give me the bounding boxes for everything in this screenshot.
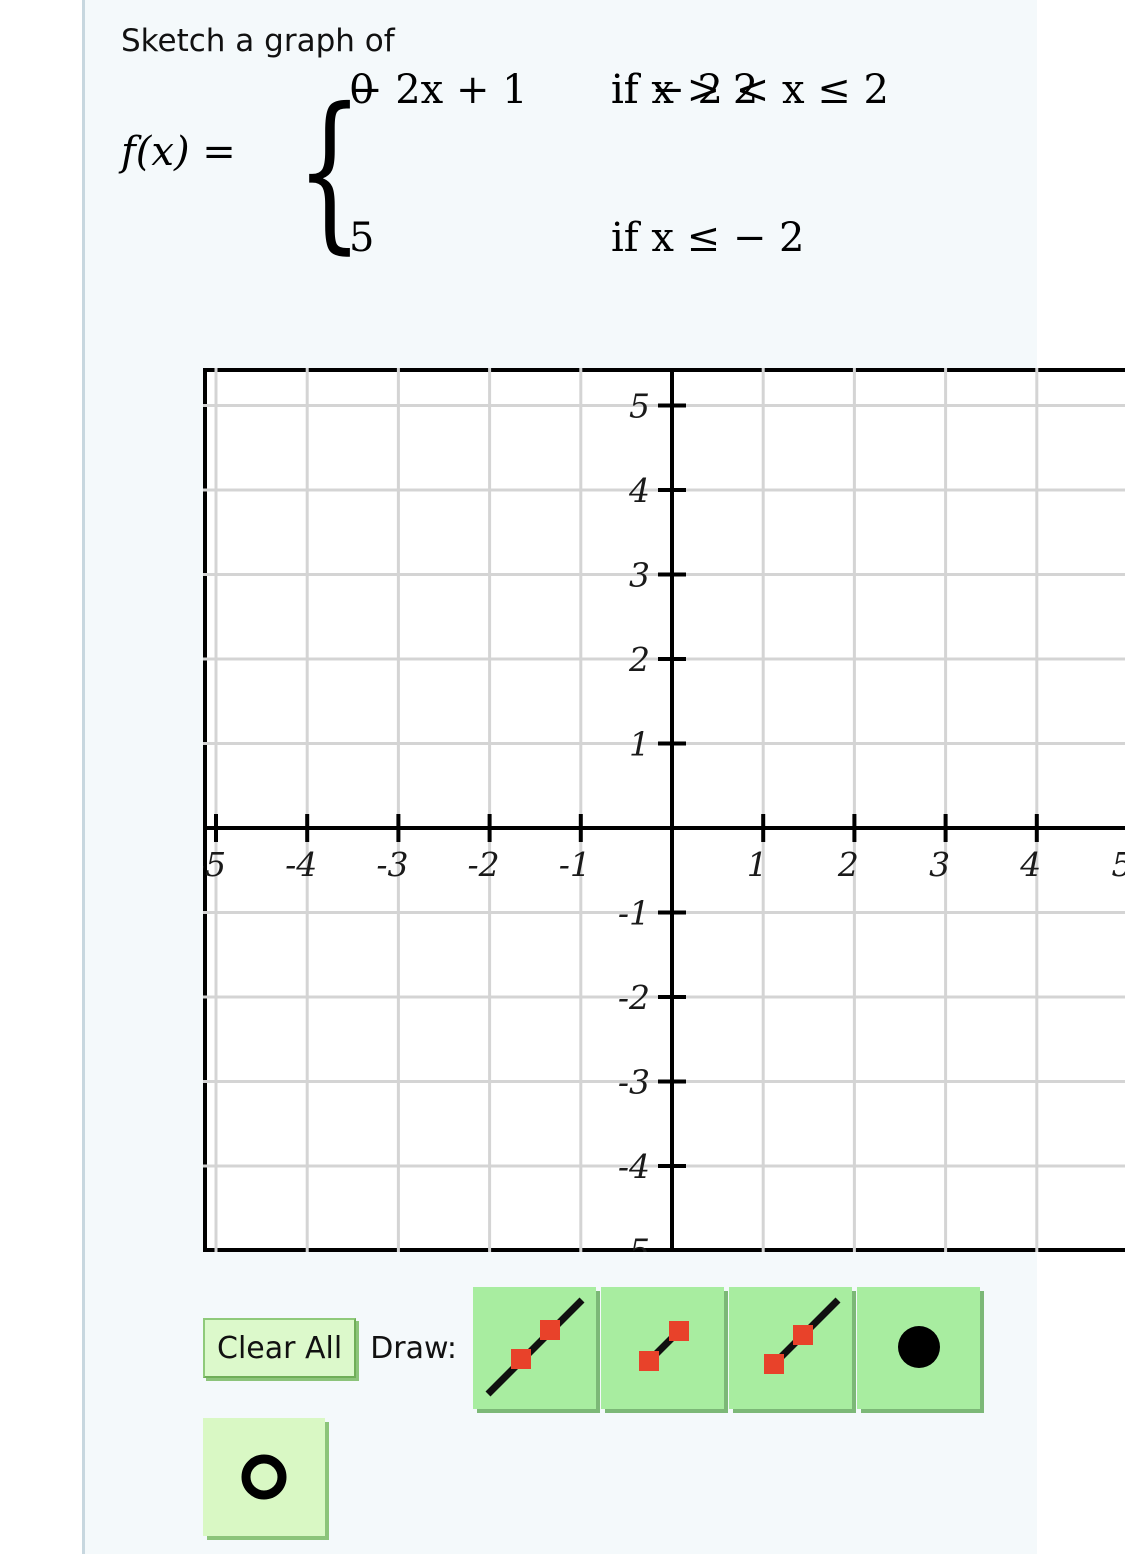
x-axis-tick-label: 1: [747, 845, 768, 884]
y-axis-tick-label: 3: [629, 556, 650, 595]
ray-tool-button[interactable]: [729, 1287, 853, 1409]
gridlines-group: [203, 368, 1125, 1252]
toolbar-secondary-row: [203, 1418, 325, 1536]
case-condition: if x > 2: [611, 66, 759, 113]
y-axis-tick-label: -5: [618, 1232, 650, 1253]
tick-labels-group: -5 -4 -3 -2 -1 1 2 3 4 5 5 4 3 2 1 -1 -2 -3 -4 -5: [203, 387, 1125, 1253]
segment-icon: [638, 1320, 689, 1371]
line-icon: [485, 1297, 584, 1396]
piecewise-case-row: 0 if x > 2: [349, 67, 1059, 135]
graph-plot-area[interactable]: -5 -4 -3 -2 -1 1 2 3 4 5 5 4 3 2 1 -1 -2 -3 -4 -5: [203, 368, 1125, 1252]
toolbar-primary-row: Clear All Draw:: [203, 1287, 985, 1409]
y-axis-tick-label: 4: [628, 471, 650, 510]
line-tool-button[interactable]: [473, 1287, 597, 1409]
x-axis-tick-label: 3: [929, 845, 950, 884]
x-axis-tick-label: 5: [1112, 845, 1125, 884]
equals-sign: =: [202, 128, 236, 175]
x-axis-tick-label: -2: [468, 845, 500, 884]
piecewise-case-row: 5 if x ≤ − 2: [349, 215, 1059, 283]
y-axis-tick-label: -2: [618, 978, 650, 1017]
clear-all-button[interactable]: Clear All: [203, 1318, 357, 1378]
piecewise-function: f(x) = { 5 if x ≤ − 2 − 2x + 1 if − 2 < …: [121, 67, 1021, 282]
case-value: 0: [349, 66, 375, 113]
y-axis-tick-label: 5: [629, 387, 650, 426]
open-point-tool-button[interactable]: [203, 1418, 325, 1536]
x-axis-tick-label: -5: [203, 845, 226, 884]
drawing-toolbar: Clear All Draw:: [203, 1287, 1103, 1538]
coordinate-grid[interactable]: -5 -4 -3 -2 -1 1 2 3 4 5 5 4 3 2 1 -1 -2 -3 -4 -5: [203, 368, 1125, 1252]
closed-point-tool-button[interactable]: [857, 1287, 981, 1409]
segment-tool-button[interactable]: [601, 1287, 725, 1409]
x-axis-tick-label: -1: [559, 845, 591, 884]
draw-label: Draw:: [370, 1330, 458, 1366]
y-axis-tick-label: 2: [628, 640, 650, 679]
case-value: 5: [349, 214, 375, 261]
function-label: f(x) =: [121, 129, 236, 175]
x-axis-tick-label: 4: [1019, 845, 1041, 884]
filled-circle-icon: [897, 1325, 940, 1368]
case-condition: if x ≤ − 2: [611, 214, 805, 261]
y-axis-tick-label: -4: [618, 1147, 650, 1186]
x-axis-tick-label: -3: [376, 845, 408, 884]
page-title: Sketch a graph of: [121, 23, 395, 59]
axes-group: [203, 368, 1125, 1252]
question-panel: Sketch a graph of f(x) = { 5 if x ≤ − 2 …: [82, 0, 1125, 1554]
ray-icon: [763, 1297, 840, 1374]
open-circle-icon: [241, 1454, 287, 1500]
x-axis-tick-label: -4: [285, 845, 317, 884]
y-axis-tick-label: -1: [618, 894, 650, 933]
x-axis-tick-label: 2: [837, 845, 859, 884]
problem-statement: Sketch a graph of f(x) = { 5 if x ≤ − 2 …: [121, 22, 1021, 282]
y-axis-tick-label: -3: [618, 1063, 650, 1102]
y-axis-tick-label: 1: [629, 725, 650, 764]
function-name: f(x): [121, 128, 190, 175]
